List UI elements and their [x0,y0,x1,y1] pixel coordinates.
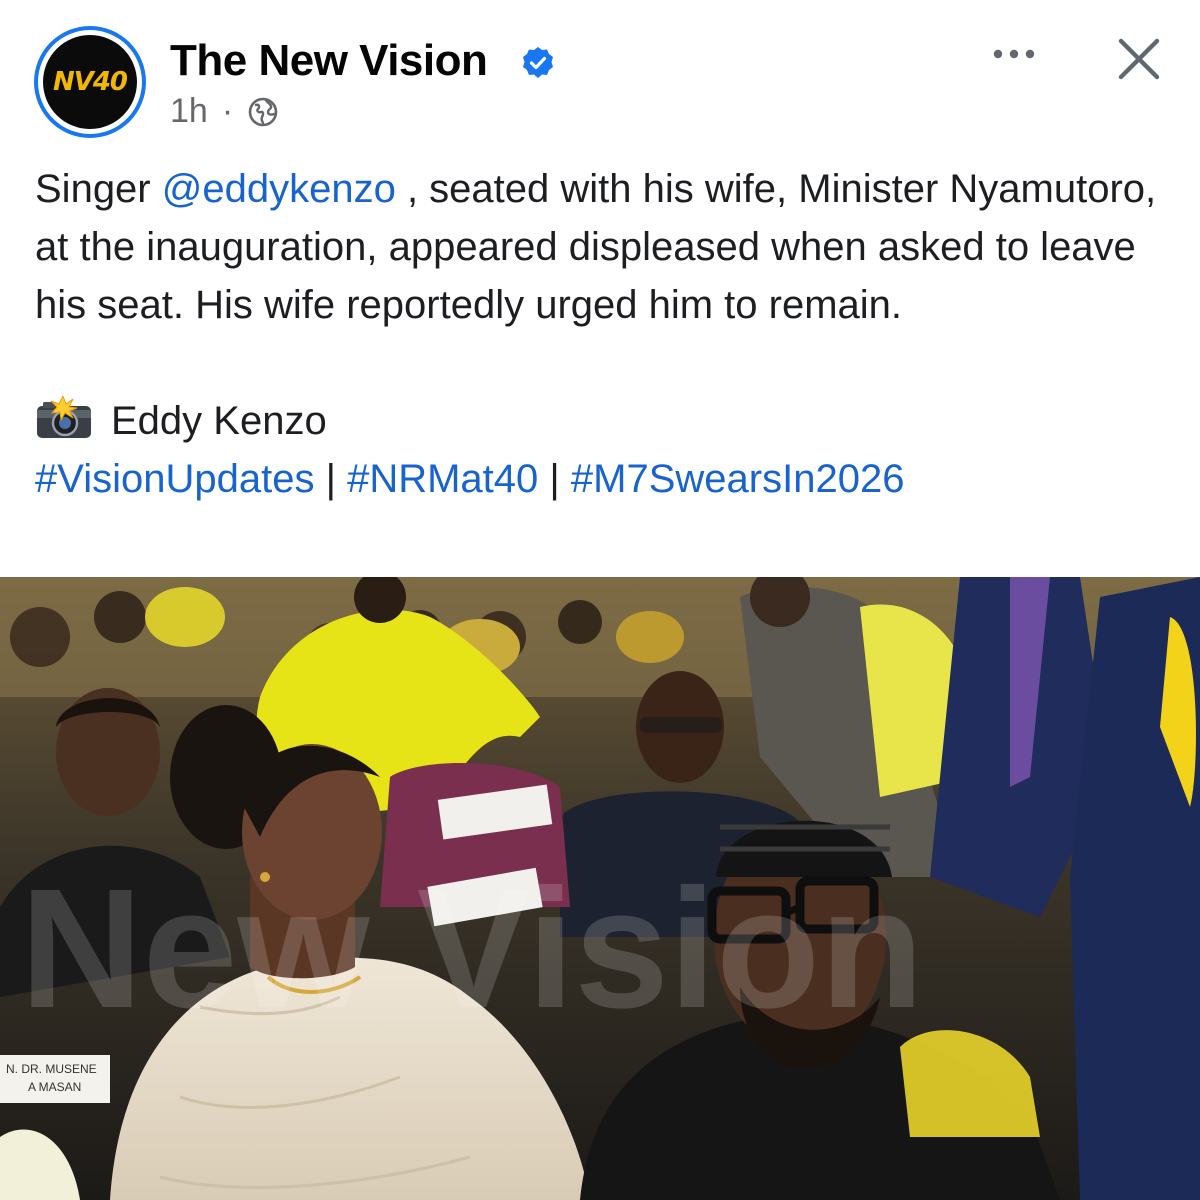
photo-illustration: N. DR. MUSENE A MASAN New Vision [0,577,1200,1200]
hashtag-separator: | [538,457,571,501]
hashtag-line: #VisionUpdates | #NRMat40 | #M7SwearsIn2… [35,450,1175,508]
photo-watermark: New Vision [20,854,924,1044]
hashtag-link[interactable]: #VisionUpdates [35,457,314,501]
camera-flash-icon [37,396,91,438]
hashtag-separator: | [314,457,348,501]
seat-label: A MASAN [28,1080,81,1094]
photo-credit: Eddy Kenzo [35,392,1175,450]
hashtag-link[interactable]: #M7SwearsIn2026 [571,457,905,501]
meta-separator: · [221,92,234,130]
more-options-icon[interactable] [990,44,1038,64]
globe-icon [248,97,278,126]
credit-name: Eddy Kenzo [111,399,327,443]
seat-label: N. DR. MUSENE [6,1062,97,1076]
post-message: Singer @eddykenzo , seated with his wife… [35,167,1157,327]
mention-link[interactable]: @eddykenzo [162,167,396,211]
close-icon[interactable] [1116,36,1162,82]
post-timestamp[interactable]: 1h [170,92,208,131]
avatar-logo: NV40 [52,67,128,97]
page-avatar[interactable]: NV40 [34,26,146,138]
post-meta: 1h · [170,92,279,131]
hashtag-link[interactable]: #NRMat40 [347,457,538,501]
post-body: Singer @eddykenzo , seated with his wife… [35,160,1175,508]
verified-badge-icon [523,47,553,78]
post-photo[interactable]: N. DR. MUSENE A MASAN New Vision [0,577,1200,1200]
page-name[interactable]: The New Vision [170,36,488,86]
post-header: NV40 The New Vision 1h · [0,0,1200,150]
